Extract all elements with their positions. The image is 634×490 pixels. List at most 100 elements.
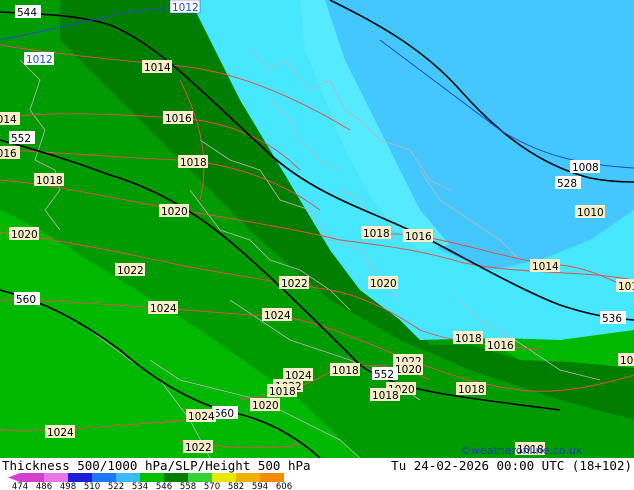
svg-text:1020: 1020 xyxy=(370,278,397,290)
svg-text:1018: 1018 xyxy=(458,384,485,396)
svg-text:1012: 1012 xyxy=(172,2,199,14)
svg-text:1024: 1024 xyxy=(47,427,74,439)
scale-tick-label: 474 xyxy=(12,482,28,490)
svg-text:1018: 1018 xyxy=(455,333,482,345)
scale-tick-label: 606 xyxy=(276,482,292,490)
svg-text:1022: 1022 xyxy=(117,265,144,277)
scale-tick-label: 522 xyxy=(108,482,124,490)
height-label-536: 536 xyxy=(600,311,626,325)
height-label-528: 528 xyxy=(555,176,581,190)
svg-text:1024: 1024 xyxy=(264,310,291,322)
svg-text:1016: 1016 xyxy=(405,231,432,243)
scale-arrow xyxy=(8,473,20,482)
footer-datetime: Tu 24-02-2026 00:00 UTC (18+102) xyxy=(391,458,632,473)
scale-swatch xyxy=(20,473,44,482)
svg-text:560: 560 xyxy=(16,294,36,306)
scale-swatch xyxy=(68,473,92,482)
isobar-label-1014: 1014 xyxy=(142,60,172,74)
scale-swatch xyxy=(188,473,212,482)
svg-text:1016: 1016 xyxy=(165,113,192,125)
svg-text:1018: 1018 xyxy=(269,386,296,398)
isobar-label-1018: 1018 xyxy=(456,382,486,396)
scale-tick-label: 558 xyxy=(180,482,196,490)
isobar-label-1022: 1022 xyxy=(183,440,213,454)
svg-text:101: 101 xyxy=(618,281,634,293)
isobar-label-1012: 1012 xyxy=(24,52,54,66)
footer-bar: Thickness 500/1000 hPa/SLP/Height 500 hP… xyxy=(0,458,634,490)
isobar-label-1018: 1018 xyxy=(330,363,360,377)
isobar-label-102: 102 xyxy=(618,353,634,367)
scale-tick-label: 546 xyxy=(156,482,172,490)
isobar-label-101: 101 xyxy=(616,279,634,293)
isobar-label-1008: 1008 xyxy=(570,160,600,174)
isobar-label-1018: 1018 xyxy=(34,173,64,187)
svg-text:1020: 1020 xyxy=(252,400,279,412)
height-label-552: 552 xyxy=(372,367,398,381)
svg-text:1014: 1014 xyxy=(532,261,559,273)
isobar-label-1022: 1022 xyxy=(279,276,309,290)
svg-text:1018: 1018 xyxy=(180,157,207,169)
scale-swatch xyxy=(164,473,188,482)
svg-text:544: 544 xyxy=(17,7,37,19)
svg-text:1016: 1016 xyxy=(487,340,514,352)
svg-text:1020: 1020 xyxy=(11,229,38,241)
svg-text:1018: 1018 xyxy=(332,365,359,377)
isobar-label-1016: 1016 xyxy=(403,229,433,243)
svg-text:552: 552 xyxy=(11,133,31,145)
svg-text:1020: 1020 xyxy=(395,364,422,376)
scale-tick-label: 486 xyxy=(36,482,52,490)
svg-text:1018: 1018 xyxy=(372,390,399,402)
svg-text:1022: 1022 xyxy=(281,278,308,290)
isobar-label-1020: 1020 xyxy=(9,227,39,241)
svg-text:1016: 1016 xyxy=(0,148,17,160)
svg-text:1024: 1024 xyxy=(150,303,177,315)
isobar-label-1018: 1018 xyxy=(361,226,391,240)
footer-title: Thickness 500/1000 hPa/SLP/Height 500 hP… xyxy=(2,458,311,473)
height-label-560: 560 xyxy=(14,292,40,306)
svg-text:1010: 1010 xyxy=(577,207,604,219)
svg-text:560: 560 xyxy=(214,408,234,420)
scale-tick-label: 582 xyxy=(228,482,244,490)
scale-tick-label: 594 xyxy=(252,482,268,490)
isobar-label-1012: 1012 xyxy=(169,0,201,14)
copyright-text: ©weatheronline.co.uk xyxy=(460,444,583,457)
isobar-label-1020: 1020 xyxy=(159,204,189,218)
isobar-label-1024: 1024 xyxy=(45,425,75,439)
svg-text:1014: 1014 xyxy=(0,114,17,126)
svg-text:1014: 1014 xyxy=(144,62,171,74)
scale-tick-label: 534 xyxy=(132,482,148,490)
isobar-label-1014: 1014 xyxy=(0,112,20,126)
isobar-label-1020: 1020 xyxy=(250,398,280,412)
svg-text:1012: 1012 xyxy=(26,54,53,66)
scale-swatch xyxy=(44,473,68,482)
isobar-label-1016: 1016 xyxy=(485,338,515,352)
color-scale: 474 486 498 510 522 534 546 558 570 582 594 606 xyxy=(8,473,292,490)
isobar-label-1024: 1024 xyxy=(262,308,292,322)
scale-swatch xyxy=(140,473,164,482)
isobar-label-1014: 1014 xyxy=(530,259,560,273)
weather-map: 544 1012 1012 1014 1014 552 1016 1016 10… xyxy=(0,0,634,458)
isobar-label-1024: 1024 xyxy=(148,301,178,315)
scale-swatch xyxy=(116,473,140,482)
svg-text:102: 102 xyxy=(620,355,634,367)
svg-text:1020: 1020 xyxy=(161,206,188,218)
isobar-label-1022: 1022 xyxy=(115,263,145,277)
scale-tick-label: 510 xyxy=(84,482,100,490)
isobar-label-1016: 1016 xyxy=(0,146,20,160)
isobar-label-1018: 1018 xyxy=(267,384,297,398)
svg-text:1008: 1008 xyxy=(572,162,599,174)
svg-text:1022: 1022 xyxy=(185,442,212,454)
svg-text:1024: 1024 xyxy=(188,411,215,423)
scale-tick-label: 570 xyxy=(204,482,220,490)
scale-swatch xyxy=(92,473,116,482)
isobar-label-1016: 1016 xyxy=(163,111,193,125)
scale-swatch xyxy=(236,473,260,482)
isobar-label-1010: 1010 xyxy=(575,205,605,219)
scale-tick-label: 498 xyxy=(60,482,76,490)
height-label-544: 544 xyxy=(15,5,41,19)
svg-text:1018: 1018 xyxy=(36,175,63,187)
svg-text:1018: 1018 xyxy=(363,228,390,240)
isobar-label-1018: 1018 xyxy=(178,155,208,169)
isobar-label-1020: 1020 xyxy=(368,276,398,290)
isobar-label-1024: 1024 xyxy=(186,409,216,423)
